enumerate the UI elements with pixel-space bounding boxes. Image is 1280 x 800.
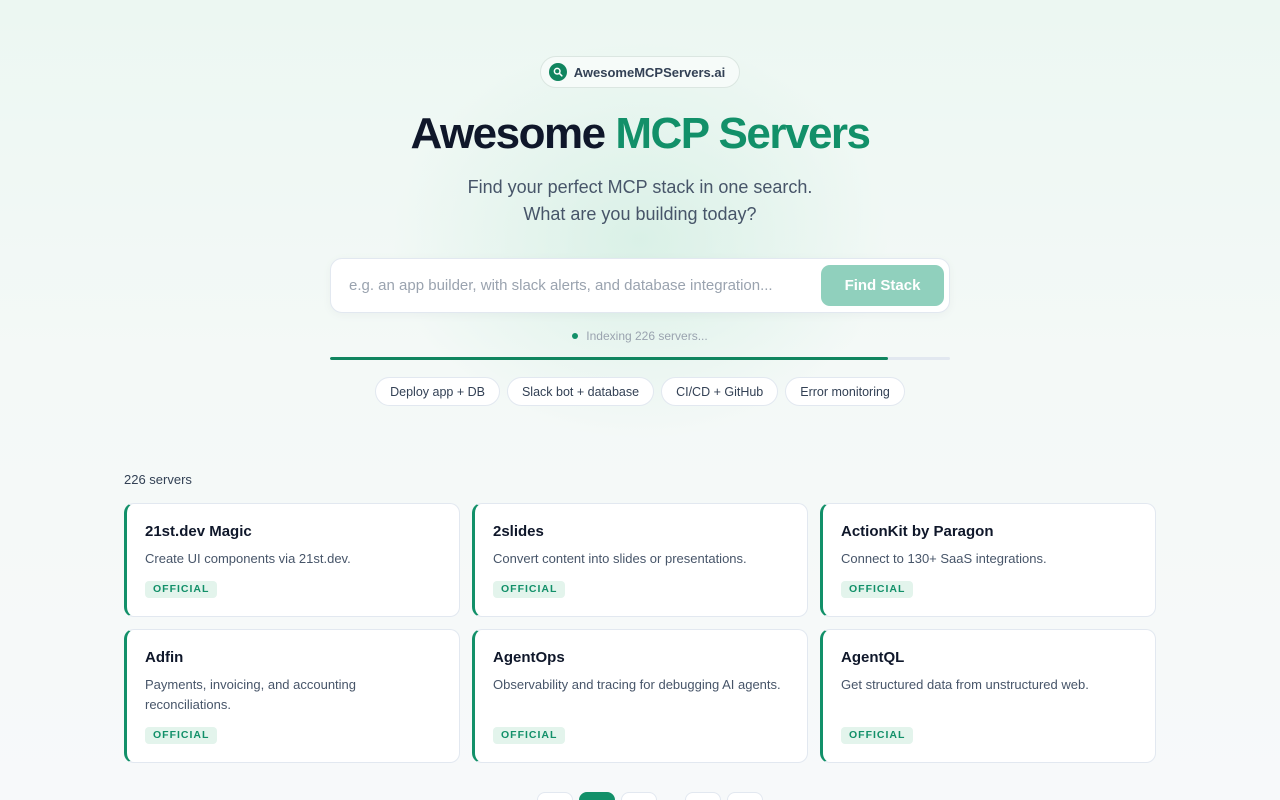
- server-card[interactable]: AgentOps Observability and tracing for d…: [472, 629, 808, 763]
- search-icon: [548, 63, 567, 81]
- search-input[interactable]: [349, 277, 821, 294]
- chip-deploy-app-db[interactable]: Deploy app + DB: [375, 377, 500, 406]
- server-card[interactable]: Adfin Payments, invoicing, and accountin…: [124, 629, 460, 763]
- results-section: 226 servers 21st.dev Magic Create UI com…: [124, 472, 1156, 763]
- subtitle: Find your perfect MCP stack in one searc…: [468, 174, 813, 228]
- server-name: 21st.dev Magic: [145, 523, 252, 540]
- status-dot-icon: [572, 333, 579, 339]
- server-name: 2slides: [493, 523, 544, 540]
- indexing-status: Indexing 226 servers...: [572, 329, 708, 343]
- server-name: AgentQL: [841, 649, 905, 666]
- official-badge: OFFICIAL: [493, 581, 566, 598]
- title-mcp-servers: MCP Servers: [615, 109, 871, 158]
- server-description: Observability and tracing for debugging …: [493, 677, 781, 692]
- page-title: Awesome MCP Servers: [410, 108, 871, 160]
- server-description: Connect to 130+ SaaS integrations.: [841, 551, 1047, 566]
- pagination-gap: [663, 792, 679, 800]
- official-badge: OFFICIAL: [145, 581, 218, 598]
- server-description: Get structured data from unstructured we…: [841, 677, 1089, 692]
- server-description: Convert content into slides or presentat…: [493, 551, 747, 566]
- suggestion-chips: Deploy app + DB Slack bot + database CI/…: [375, 377, 905, 406]
- official-badge: OFFICIAL: [841, 727, 914, 744]
- pagination-page-button[interactable]: [685, 792, 721, 800]
- subtitle-line-2: What are you building today?: [523, 204, 757, 224]
- status-text: Indexing 226 servers...: [586, 329, 708, 343]
- pagination-next-button[interactable]: [727, 792, 763, 800]
- server-card[interactable]: 2slides Convert content into slides or p…: [472, 503, 808, 617]
- chip-cicd-github[interactable]: CI/CD + GitHub: [661, 377, 779, 406]
- server-name: ActionKit by Paragon: [841, 523, 994, 540]
- pagination-page-button[interactable]: [621, 792, 657, 800]
- official-badge: OFFICIAL: [493, 727, 566, 744]
- indexing-progress-bar: [330, 357, 950, 360]
- hero-section: AwesomeMCPServers.ai Awesome MCP Servers…: [0, 0, 1280, 406]
- server-name: Adfin: [145, 649, 184, 666]
- server-grid: 21st.dev Magic Create UI components via …: [124, 503, 1156, 763]
- official-badge: OFFICIAL: [145, 727, 218, 744]
- server-description: Create UI components via 21st.dev.: [145, 551, 351, 566]
- server-name: AgentOps: [493, 649, 565, 666]
- find-stack-button[interactable]: Find Stack: [821, 265, 944, 306]
- subtitle-line-1: Find your perfect MCP stack in one searc…: [467, 177, 813, 197]
- server-card[interactable]: AgentQL Get structured data from unstruc…: [820, 629, 1156, 763]
- server-card[interactable]: ActionKit by Paragon Connect to 130+ Saa…: [820, 503, 1156, 617]
- brand-label: AwesomeMCPServers.ai: [573, 64, 726, 80]
- title-awesome: Awesome: [410, 109, 606, 158]
- pagination-current-page[interactable]: [579, 792, 615, 800]
- official-badge: OFFICIAL: [841, 581, 914, 598]
- server-count: 226 servers: [124, 472, 192, 487]
- server-card[interactable]: 21st.dev Magic Create UI components via …: [124, 503, 460, 617]
- search-box: Find Stack: [330, 258, 950, 313]
- brand-pill[interactable]: AwesomeMCPServers.ai: [539, 56, 741, 88]
- progress-fill: [330, 357, 888, 360]
- pagination: [537, 792, 763, 800]
- server-description: Payments, invoicing, and accounting reco…: [145, 677, 357, 712]
- chip-slack-bot-database[interactable]: Slack bot + database: [506, 377, 655, 406]
- pagination-prev-button[interactable]: [537, 792, 573, 800]
- chip-error-monitoring[interactable]: Error monitoring: [785, 377, 905, 406]
